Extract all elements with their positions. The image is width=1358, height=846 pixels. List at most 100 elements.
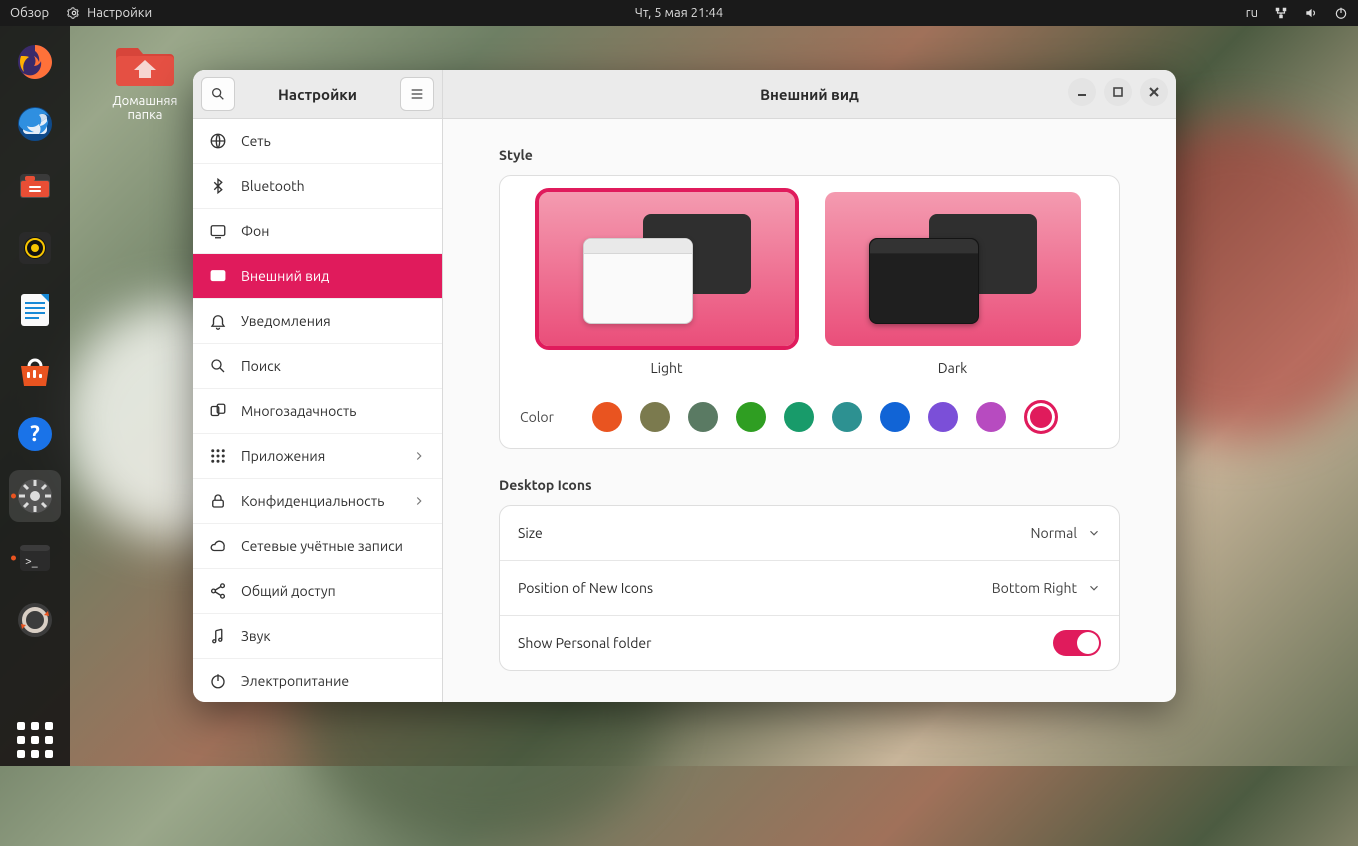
icon-position-label: Position of New Icons bbox=[518, 580, 653, 596]
sidebar-item-globe[interactable]: Сеть bbox=[193, 119, 442, 163]
desktop-icon-label-2: папка bbox=[100, 108, 190, 122]
background-icon bbox=[209, 222, 227, 240]
search-icon bbox=[210, 86, 226, 102]
settings-window: Настройки Сеть Bluetooth Фон Внешний вид… bbox=[193, 70, 1176, 702]
power-icon bbox=[209, 672, 227, 690]
sidebar-item-bluetooth[interactable]: Bluetooth bbox=[193, 163, 442, 208]
topbar-app-name: Настройки bbox=[87, 6, 152, 20]
lock-icon bbox=[209, 492, 227, 510]
accent-color-swatch[interactable] bbox=[832, 402, 862, 432]
icon-size-row[interactable]: Size Normal bbox=[500, 506, 1119, 560]
chevron-right-icon bbox=[412, 449, 426, 463]
accent-color-swatch[interactable] bbox=[736, 402, 766, 432]
accent-color-swatch[interactable] bbox=[1024, 400, 1058, 434]
show-personal-folder-switch[interactable] bbox=[1053, 630, 1101, 656]
sidebar-item-label: Уведомления bbox=[241, 313, 331, 329]
desktop-icon-label-1: Домашняя bbox=[100, 94, 190, 108]
dock-software-updater[interactable] bbox=[9, 594, 61, 646]
apps-grid-icon bbox=[14, 719, 56, 761]
primary-menu-button[interactable] bbox=[400, 77, 434, 111]
color-label: Color bbox=[520, 409, 572, 425]
input-source-indicator[interactable]: ru bbox=[1246, 6, 1258, 20]
accent-color-swatch[interactable] bbox=[880, 402, 910, 432]
icon-position-row[interactable]: Position of New Icons Bottom Right bbox=[500, 560, 1119, 615]
style-option-light[interactable]: Light bbox=[539, 192, 795, 376]
dock-libreoffice-writer[interactable] bbox=[9, 284, 61, 336]
sidebar-item-label: Сетевые учётные записи bbox=[241, 538, 403, 554]
sidebar-item-appearance[interactable]: Внешний вид bbox=[193, 253, 442, 298]
sidebar-item-label: Поиск bbox=[241, 358, 281, 374]
svg-text:?: ? bbox=[30, 421, 40, 446]
sidebar-item-bell[interactable]: Уведомления bbox=[193, 298, 442, 343]
sidebar-header: Настройки bbox=[193, 70, 442, 119]
sidebar-item-label: Звук bbox=[241, 628, 271, 644]
search-button[interactable] bbox=[201, 77, 235, 111]
sidebar-item-search[interactable]: Поиск bbox=[193, 343, 442, 388]
sidebar-title: Настройки bbox=[243, 86, 392, 103]
multitask-icon bbox=[209, 402, 227, 420]
style-name-label: Dark bbox=[825, 360, 1081, 376]
accent-color-swatch[interactable] bbox=[688, 402, 718, 432]
style-section-label: Style bbox=[499, 147, 1120, 163]
dock: ? >_ bbox=[0, 26, 70, 766]
sidebar-item-apps[interactable]: Приложения bbox=[193, 433, 442, 478]
sidebar-item-lock[interactable]: Конфиденциальность bbox=[193, 478, 442, 523]
settings-content: Внешний вид Style Light Dark Color bbox=[443, 70, 1176, 702]
dock-help[interactable]: ? bbox=[9, 408, 61, 460]
dock-terminal[interactable]: >_ bbox=[9, 532, 61, 584]
accent-color-swatch[interactable] bbox=[928, 402, 958, 432]
sidebar-item-background[interactable]: Фон bbox=[193, 208, 442, 253]
minimize-button[interactable] bbox=[1068, 78, 1096, 106]
sidebar-item-label: Bluetooth bbox=[241, 178, 305, 194]
topbar-app[interactable]: Настройки bbox=[67, 6, 152, 20]
appearance-icon bbox=[209, 267, 227, 285]
power-icon[interactable] bbox=[1334, 6, 1348, 20]
minimize-icon bbox=[1076, 86, 1088, 98]
accent-color-swatch[interactable] bbox=[640, 402, 670, 432]
sidebar-item-label: Приложения bbox=[241, 448, 325, 464]
close-icon bbox=[1148, 86, 1160, 98]
activities-button[interactable]: Обзор bbox=[10, 6, 49, 20]
dock-settings[interactable] bbox=[9, 470, 61, 522]
maximize-icon bbox=[1112, 86, 1124, 98]
sidebar-item-cloud[interactable]: Сетевые учётные записи bbox=[193, 523, 442, 568]
close-button[interactable] bbox=[1140, 78, 1168, 106]
accent-color-swatch[interactable] bbox=[784, 402, 814, 432]
dock-files[interactable] bbox=[9, 160, 61, 212]
sidebar-item-share[interactable]: Общий доступ bbox=[193, 568, 442, 613]
sidebar-item-label: Фон bbox=[241, 223, 269, 239]
chevron-down-icon bbox=[1087, 526, 1101, 540]
show-personal-folder-row: Show Personal folder bbox=[500, 615, 1119, 670]
sidebar-item-label: Общий доступ bbox=[241, 583, 336, 599]
apps-icon bbox=[209, 447, 227, 465]
folder-icon bbox=[116, 40, 174, 88]
dock-firefox[interactable] bbox=[9, 36, 61, 88]
dock-rhythmbox[interactable] bbox=[9, 222, 61, 274]
sound-icon bbox=[209, 627, 227, 645]
page-title: Внешний вид bbox=[760, 86, 859, 103]
cloud-icon bbox=[209, 537, 227, 555]
maximize-button[interactable] bbox=[1104, 78, 1132, 106]
desktop-home-folder[interactable]: Домашняя папка bbox=[100, 40, 190, 122]
network-icon[interactable] bbox=[1274, 6, 1288, 20]
icon-size-label: Size bbox=[518, 525, 543, 541]
accent-color-swatch[interactable] bbox=[592, 402, 622, 432]
bell-icon bbox=[209, 312, 227, 330]
dock-ubuntu-software[interactable] bbox=[9, 346, 61, 398]
style-name-label: Light bbox=[539, 360, 795, 376]
sidebar-item-label: Многозадачность bbox=[241, 403, 356, 419]
content-header: Внешний вид bbox=[443, 70, 1176, 119]
style-thumb-light bbox=[539, 192, 795, 346]
style-option-dark[interactable]: Dark bbox=[825, 192, 1081, 376]
dock-thunderbird[interactable] bbox=[9, 98, 61, 150]
sidebar-item-sound[interactable]: Звук bbox=[193, 613, 442, 658]
top-bar: Обзор Настройки Чт, 5 мая 21:44 ru bbox=[0, 0, 1358, 26]
volume-icon[interactable] bbox=[1304, 6, 1318, 20]
sidebar-item-power[interactable]: Электропитание bbox=[193, 658, 442, 702]
icon-size-value: Normal bbox=[1031, 525, 1077, 541]
topbar-clock[interactable]: Чт, 5 мая 21:44 bbox=[635, 6, 723, 20]
show-applications-button[interactable] bbox=[9, 714, 61, 766]
settings-sidebar: Настройки Сеть Bluetooth Фон Внешний вид… bbox=[193, 70, 443, 702]
sidebar-item-multitask[interactable]: Многозадачность bbox=[193, 388, 442, 433]
accent-color-swatch[interactable] bbox=[976, 402, 1006, 432]
